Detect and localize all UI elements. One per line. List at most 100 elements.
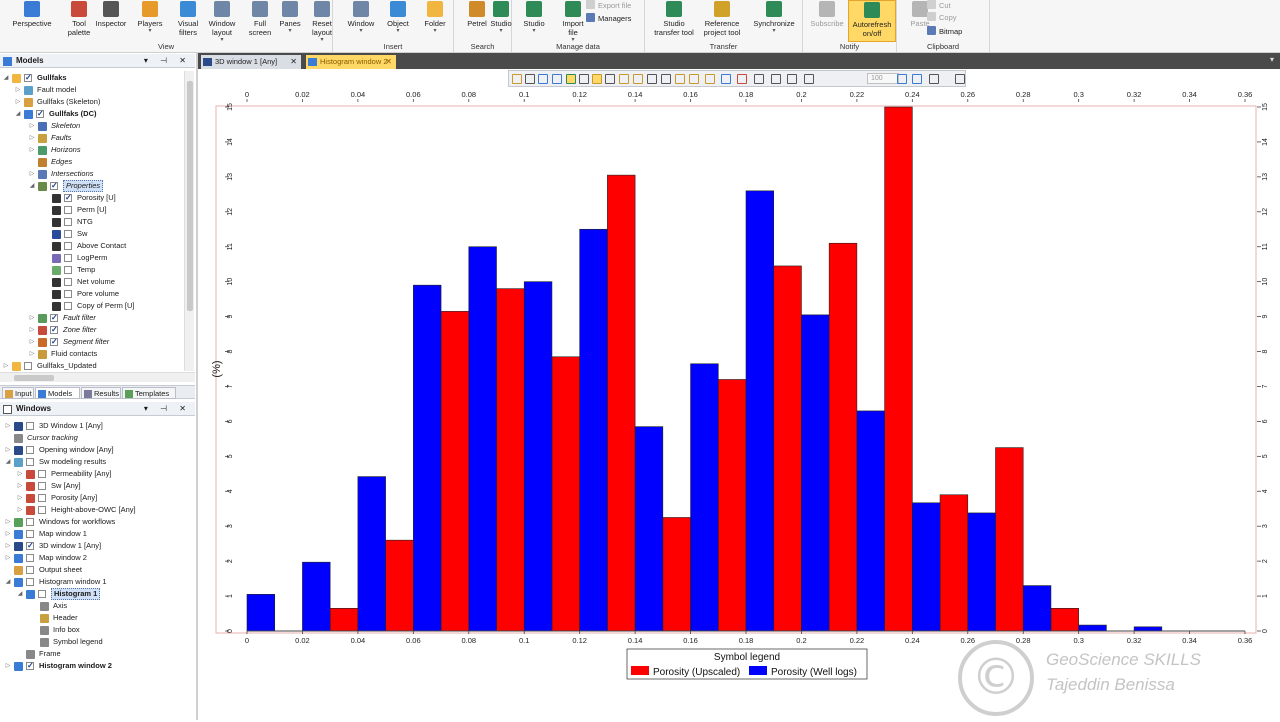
visibility-checkbox[interactable] [38, 482, 46, 490]
curve-mode-icon[interactable] [647, 74, 657, 84]
axis-icon[interactable] [538, 74, 548, 84]
visibility-checkbox[interactable] [64, 242, 72, 250]
visibility-checkbox[interactable] [24, 72, 32, 84]
bitmap-button[interactable]: Bitmap [927, 26, 962, 38]
grid-icon[interactable] [787, 74, 797, 84]
visibility-checkbox[interactable] [64, 218, 72, 226]
visibility-checkbox[interactable] [64, 192, 72, 204]
expand-icon[interactable]: ▷ [4, 660, 12, 672]
tree-item-header[interactable]: Header [0, 612, 190, 624]
close-icon[interactable]: ✕ [290, 55, 297, 68]
perspective-button[interactable]: Perspective [8, 0, 56, 42]
tree-item-windows-for-workflows[interactable]: ▷ Windows for workflows [0, 516, 190, 528]
visibility-checkbox[interactable] [26, 660, 34, 672]
reset-icon[interactable] [737, 74, 747, 84]
measure-icon[interactable] [579, 74, 589, 84]
visibility-checkbox[interactable] [26, 422, 34, 430]
visibility-checkbox[interactable] [64, 290, 72, 298]
autorefresh-on-off-button[interactable]: Autorefresh on/off [848, 0, 896, 42]
tree-item-fault-filter[interactable]: ▷ Fault filter [0, 312, 184, 324]
tree-item-edges[interactable]: Edges [0, 156, 184, 168]
expand-icon[interactable]: ▷ [28, 132, 36, 144]
tree-item-perm-u[interactable]: Perm [U] [0, 204, 184, 216]
tree-item-height-above-owc-any[interactable]: ▷ Height-above-OWC [Any] [0, 504, 190, 516]
tree-item-temp[interactable]: Temp [0, 264, 184, 276]
visibility-checkbox[interactable] [64, 254, 72, 262]
tree-item-histogram-window-2[interactable]: ▷ Histogram window 2 [0, 660, 190, 672]
percent-icon[interactable] [661, 74, 671, 84]
tree-item-opening-window-any[interactable]: ▷ Opening window [Any] [0, 444, 190, 456]
studio-transfer-tool-button[interactable]: Studio transfer tool [650, 0, 698, 42]
expand-icon[interactable]: ▷ [4, 540, 12, 552]
tree-item-zone-filter[interactable]: ▷ Zone filter [0, 324, 184, 336]
tab-list-icon[interactable]: ▾ [1270, 55, 1274, 64]
visibility-checkbox[interactable] [24, 362, 32, 370]
tree-item-gullfaks-dc[interactable]: ◢ Gullfaks (DC) [0, 108, 184, 120]
expand-icon[interactable]: ▷ [4, 444, 12, 456]
visibility-checkbox[interactable] [50, 336, 58, 348]
visibility-checkbox[interactable] [38, 494, 46, 502]
expand-icon[interactable]: ▷ [4, 516, 12, 528]
stack-icon[interactable] [675, 74, 685, 84]
tree-item-gullfaks[interactable]: ◢ Gullfaks [0, 72, 184, 84]
zoom-icon[interactable] [552, 74, 562, 84]
legend-icon[interactable] [689, 74, 699, 84]
expand-icon[interactable]: ▷ [4, 420, 12, 432]
tree-item-3d-window-1-any[interactable]: ▷ 3D window 1 [Any] [0, 540, 190, 552]
tree-item-gullfaks-skeleton[interactable]: ▷ Gullfaks (Skeleton) [0, 96, 184, 108]
tree-item-axis[interactable]: Axis [0, 600, 190, 612]
managers-button[interactable]: Managers [586, 13, 631, 25]
pick-icon[interactable] [592, 74, 602, 84]
tree-item-fluid-contacts[interactable]: ▷ Fluid contacts [0, 348, 184, 360]
expand-icon[interactable]: ▷ [14, 84, 22, 96]
expand-icon[interactable]: ▷ [16, 480, 24, 492]
bar-mode-icon[interactable] [619, 74, 629, 84]
models-scrollbar[interactable] [184, 71, 194, 371]
tree-item-porosity-any[interactable]: ▷ Porosity [Any] [0, 492, 190, 504]
tab-templates[interactable]: Templates [122, 387, 176, 399]
tree-item-output-sheet[interactable]: Output sheet [0, 564, 190, 576]
tree-item-above-contact[interactable]: Above Contact [0, 240, 184, 252]
window-button[interactable]: Window ▾ [341, 0, 381, 42]
tree-item-histogram-1[interactable]: ◢ Histogram 1 [0, 588, 190, 600]
tree-item-intersections[interactable]: ▷ Intersections [0, 168, 184, 180]
models-hscrollbar[interactable] [0, 372, 195, 382]
tree-item-porosity-u[interactable]: Porosity [U] [0, 192, 184, 204]
tree-item-info-box[interactable]: Info box [0, 624, 190, 636]
select-icon[interactable] [525, 74, 535, 84]
tree-item-horizons[interactable]: ▷ Horizons [0, 144, 184, 156]
tree-item-sw-modeling-results[interactable]: ◢ Sw modeling results [0, 456, 190, 468]
visibility-checkbox[interactable] [26, 530, 34, 538]
tree-item-copy-of-perm-u[interactable]: Copy of Perm [U] [0, 300, 184, 312]
tree-item-logperm[interactable]: LogPerm [0, 252, 184, 264]
tree-item-net-volume[interactable]: Net volume [0, 276, 184, 288]
pan-icon[interactable] [512, 74, 522, 84]
visibility-checkbox[interactable] [38, 470, 46, 478]
visibility-checkbox[interactable] [64, 230, 72, 238]
expand-icon[interactable]: ▷ [28, 324, 36, 336]
expand-icon[interactable]: ▷ [28, 336, 36, 348]
collapse-icon[interactable]: ◢ [2, 72, 10, 84]
tree-item-gullfaks-updated[interactable]: ▷ Gullfaks_Updated [0, 360, 184, 371]
collapse-icon[interactable]: ◢ [16, 588, 24, 600]
expand-icon[interactable]: ▷ [28, 312, 36, 324]
visibility-checkbox[interactable] [64, 278, 72, 286]
export-file-button[interactable]: Export file [586, 0, 631, 12]
tree-item-frame[interactable]: Frame [0, 648, 190, 660]
studio-button[interactable]: Studio ▾ [514, 0, 554, 42]
visibility-checkbox[interactable] [26, 566, 34, 574]
tree-item-ntg[interactable]: NTG [0, 216, 184, 228]
tree-item-permeability-any[interactable]: ▷ Permeability [Any] [0, 468, 190, 480]
pin-icon[interactable] [955, 74, 965, 84]
visibility-checkbox[interactable] [26, 578, 34, 586]
expand-icon[interactable]: ▷ [28, 348, 36, 360]
tree-item-sw-any[interactable]: ▷ Sw [Any] [0, 480, 190, 492]
folder-button[interactable]: Folder ▾ [415, 0, 455, 42]
visibility-checkbox[interactable] [50, 312, 58, 324]
object-button[interactable]: Object ▾ [378, 0, 418, 42]
windows-panel-buttons[interactable]: ▾ ⊣ ✕ [144, 402, 191, 416]
doc-tab-3d-window-1-any[interactable]: 3D window 1 [Any] ✕ [201, 55, 301, 69]
doc-tab-histogram-window-2[interactable]: Histogram window 2 ✕ [306, 55, 396, 69]
expand-icon[interactable]: ▷ [16, 492, 24, 504]
cut-button[interactable]: Cut [927, 0, 951, 12]
